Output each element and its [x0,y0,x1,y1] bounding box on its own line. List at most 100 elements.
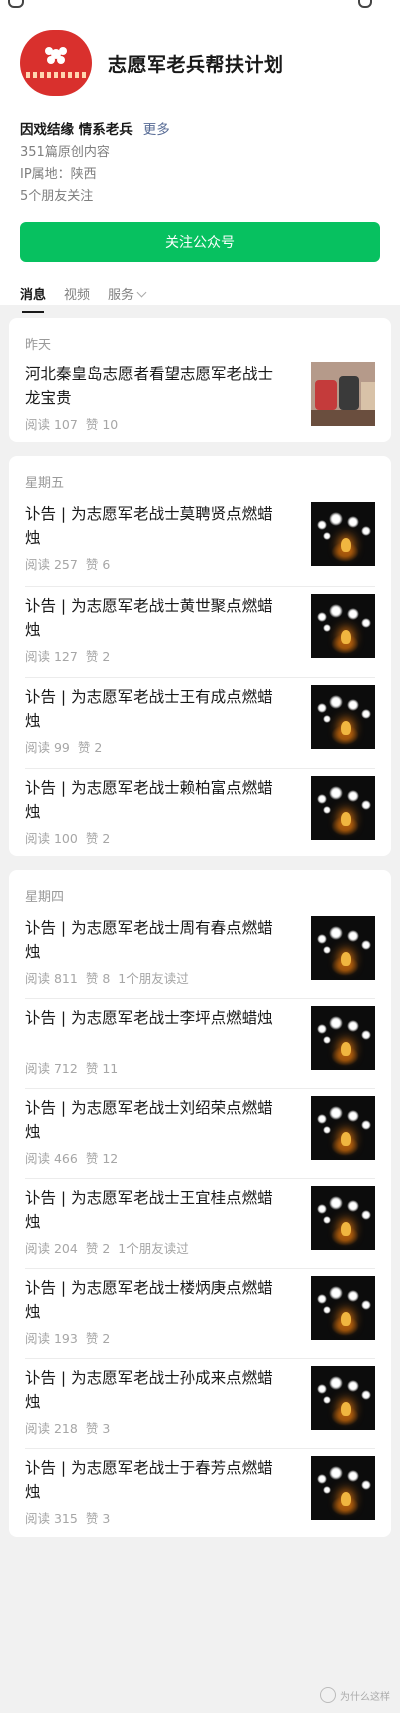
friends-following[interactable]: 5个朋友关注 [20,186,380,208]
article-stats: 阅读 100 赞 2 [25,828,126,847]
divider [25,1358,375,1359]
tab-bar: 消息 视频 服务 [20,284,380,313]
candle-thumbnail [311,916,375,980]
account-name: 志愿军老兵帮扶计划 [108,53,284,76]
candle-thumbnail [311,1456,375,1520]
like-count: 赞 2 [85,649,111,664]
candle-thumbnail [311,685,375,749]
article-item[interactable]: 讣告 | 为志愿军老战士周有春点燃蜡烛阅读 811 赞 8 1个朋友读过 [25,916,375,999]
article-item[interactable]: 讣告 | 为志愿军老战士黄世聚点燃蜡烛阅读 127 赞 2 [25,594,375,678]
article-stats: 阅读 466 赞 12 [25,1148,134,1167]
like-count: 赞 10 [85,417,119,432]
friends-read: 1个朋友读过 [118,1241,189,1256]
like-count: 赞 2 [85,831,111,846]
candle-thumbnail [311,594,375,658]
tab-services-label: 服务 [108,288,135,303]
friends-read: 1个朋友读过 [118,971,189,986]
flower-logo-icon [45,47,67,64]
article-item[interactable]: 讣告 | 为志愿军老战士孙成来点燃蜡烛阅读 218 赞 3 [25,1366,375,1449]
article-title: 讣告 | 为志愿军老战士王有成点燃蜡烛 [25,688,273,730]
article-item[interactable]: 讣告 | 为志愿军老战士刘绍荣点燃蜡烛阅读 466 赞 12 [25,1096,375,1179]
like-count: 赞 6 [85,557,111,572]
divider [25,586,375,587]
article-stats: 阅读 811 赞 8 1个朋友读过 [25,968,197,987]
back-icon[interactable] [8,0,24,8]
article-title: 讣告 | 为志愿军老战士赖柏富点燃蜡烛 [25,779,273,821]
read-count: 阅读 107 [25,417,78,432]
account-header: 志愿军老兵帮扶计划 因戏结缘 情系老兵 更多 351篇原创内容 IP属地：陕西 … [0,0,400,313]
tab-messages[interactable]: 消息 [20,284,46,313]
day-group-card: 昨天河北秦皇岛志愿者看望志愿军老战士龙宝贵阅读 107 赞 10 [9,318,391,442]
article-item[interactable]: 讣告 | 为志愿军老战士王有成点燃蜡烛阅读 99 赞 2 [25,685,375,769]
chevron-down-icon [136,287,147,298]
article-title: 讣告 | 为志愿军老战士刘绍荣点燃蜡烛 [25,1099,273,1141]
candle-thumbnail [311,1006,375,1070]
divider [25,1268,375,1269]
divider [25,1088,375,1089]
article-stats: 阅读 99 赞 2 [25,737,118,756]
article-stats: 阅读 218 赞 3 [25,1418,126,1437]
follow-button[interactable]: 关注公众号 [20,222,380,262]
account-tagline: 因戏结缘 情系老兵 [20,122,133,138]
read-count: 阅读 127 [25,649,78,664]
avatar[interactable] [20,30,92,96]
article-stats: 阅读 204 赞 2 1个朋友读过 [25,1238,197,1257]
article-item[interactable]: 讣告 | 为志愿军老战士李坪点燃蜡烛 阅读 712 赞 11 [25,1006,375,1089]
candle-thumbnail [311,776,375,840]
read-count: 阅读 315 [25,1511,78,1526]
account-profile: 志愿军老兵帮扶计划 [20,0,380,96]
candle-thumbnail [311,1276,375,1340]
article-stats: 阅读 127 赞 2 [25,646,126,665]
account-tagline-row: 因戏结缘 情系老兵 更多 [20,118,380,138]
watermark-logo-icon [320,1687,336,1703]
divider [25,677,375,678]
article-item[interactable]: 讣告 | 为志愿军老战士莫聘贤点燃蜡烛阅读 257 赞 6 [25,502,375,587]
day-group-card: 星期五 讣告 | 为志愿军老战士莫聘贤点燃蜡烛 阅读 257 赞 6 讣告 | 为志愿军… [9,456,391,856]
original-count: 351篇原创内容 [20,145,110,160]
ip-location: IP属地：陕西 [20,167,97,182]
article-title: 讣告 | 为志愿军老战士莫聘贤点燃蜡烛 [25,505,273,547]
tab-videos[interactable]: 视频 [64,284,90,313]
more-link[interactable]: 更多 [143,118,170,138]
like-count: 赞 2 [85,1331,111,1346]
article-title: 讣告 | 为志愿军老战士孙成来点燃蜡烛 [25,1369,273,1411]
article-photo-thumbnail [311,362,375,426]
article-stats: 阅读 193 赞 2 [25,1328,126,1347]
article-item[interactable]: 讣告 | 为志愿军老战士赖柏富点燃蜡烛阅读 100 赞 2 [25,776,375,856]
divider [25,998,375,999]
tab-services[interactable]: 服务 [108,284,147,313]
read-count: 阅读 193 [25,1331,78,1346]
article-item[interactable]: 河北秦皇岛志愿者看望志愿军老战士龙宝贵阅读 107 赞 10 [25,362,375,434]
day-label: 昨天 [25,338,52,353]
like-count: 赞 3 [85,1511,111,1526]
day-group-card: 星期四 讣告 | 为志愿军老战士周有春点燃蜡烛 阅读 811 赞 8 1个朋友读过 讣告 … [9,870,391,1537]
article-stats: 阅读 107 赞 10 [25,414,134,433]
article-title: 讣告 | 为志愿军老战士楼炳庚点燃蜡烛 [25,1279,273,1321]
candle-thumbnail [311,1366,375,1430]
article-title: 讣告 | 为志愿军老战士黄世聚点燃蜡烛 [25,597,273,639]
article-title: 讣告 | 为志愿军老战士王宜桂点燃蜡烛 [25,1189,273,1231]
article-title: 讣告 | 为志愿军老战士于春芳点燃蜡烛 [25,1459,273,1501]
article-item[interactable]: 讣告 | 为志愿军老战士于春芳点燃蜡烛阅读 315 赞 3 [25,1456,375,1536]
candle-thumbnail [311,502,375,566]
divider [25,1178,375,1179]
article-item[interactable]: 讣告 | 为志愿军老战士楼炳庚点燃蜡烛阅读 193 赞 2 [25,1276,375,1359]
article-title: 河北秦皇岛志愿者看望志愿军老战士龙宝贵 [25,365,274,407]
day-label: 星期四 [25,890,65,905]
article-title: 讣告 | 为志愿军老战士周有春点燃蜡烛 [25,919,273,961]
article-stats: 阅读 315 赞 3 [25,1508,126,1527]
divider [25,1448,375,1449]
watermark: 为什么这样 [320,1687,390,1703]
like-count: 赞 3 [85,1421,111,1436]
read-count: 阅读 218 [25,1421,78,1436]
like-count: 赞 2 [85,1241,111,1256]
read-count: 阅读 99 [25,740,70,755]
read-count: 阅读 257 [25,557,78,572]
read-count: 阅读 466 [25,1151,78,1166]
like-count: 赞 2 [77,740,103,755]
day-label: 星期五 [25,476,65,491]
article-item[interactable]: 讣告 | 为志愿军老战士王宜桂点燃蜡烛 阅读 204 赞 2 1个朋友读过 [25,1186,375,1269]
article-stats: 阅读 257 赞 6 [25,554,126,573]
candle-thumbnail [311,1096,375,1160]
like-count: 赞 11 [85,1061,119,1076]
